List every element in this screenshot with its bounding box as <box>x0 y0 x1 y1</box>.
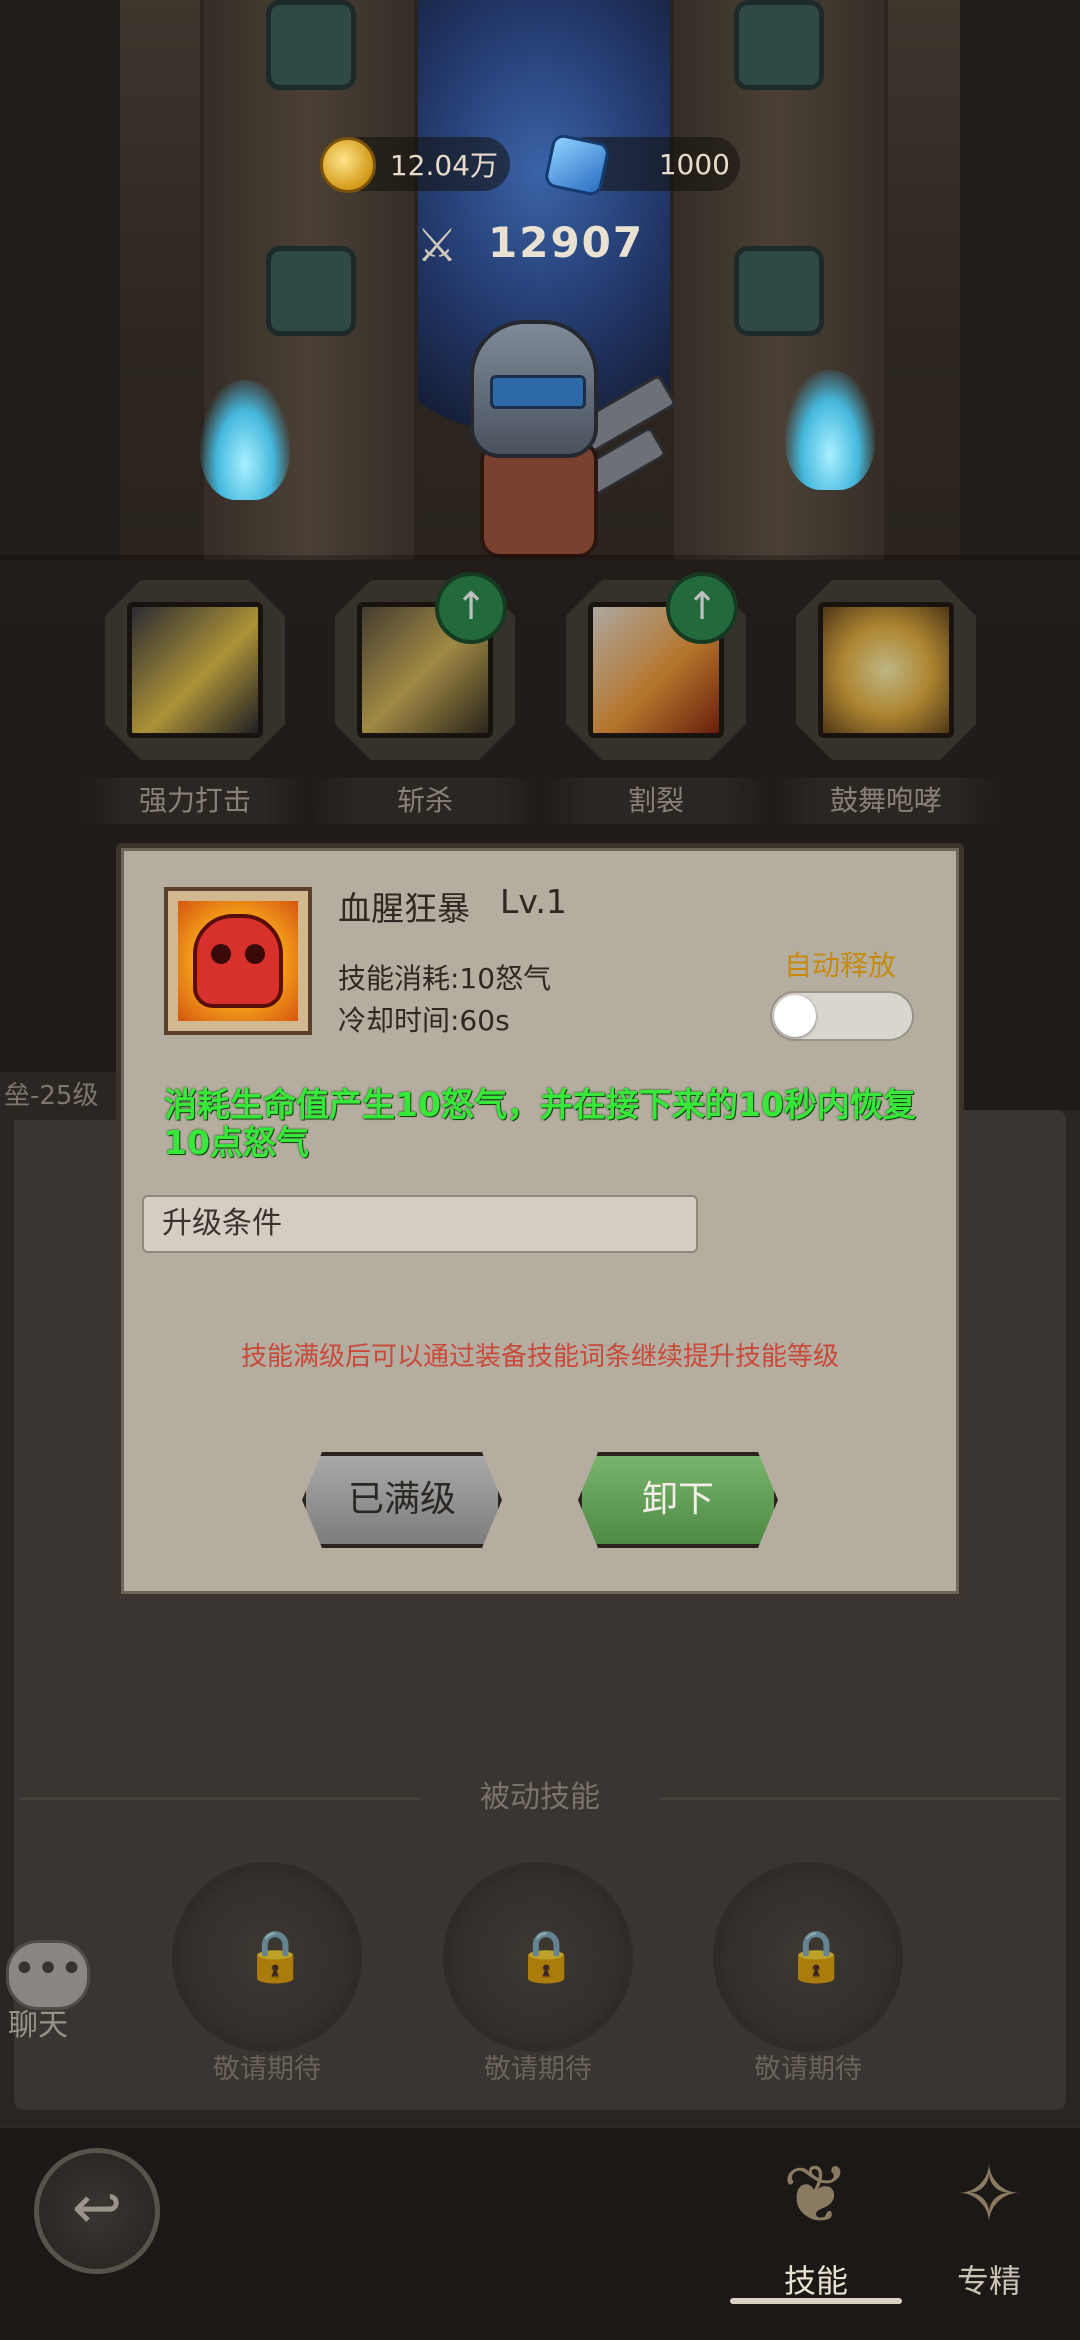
skill-cooldown: 冷却时间:60s <box>338 1004 510 1037</box>
skill-level: Lv.1 <box>500 882 567 921</box>
tab-skills[interactable]: ❦ 技能 <box>746 2140 886 2310</box>
upgrade-condition-header: 升级条件 <box>142 1195 698 1253</box>
hero-character <box>440 290 690 560</box>
flame-book-icon: ❦ <box>782 2148 850 2241</box>
max-level-hint: 技能满级后可以通过装备技能词条继续提升技能等级 <box>240 1342 839 1372</box>
unequip-button[interactable]: 卸下 <box>578 1452 778 1548</box>
tab-skills-label: 技能 <box>783 2262 848 2300</box>
active-tab-indicator <box>730 2298 902 2304</box>
toggle-knob <box>774 995 816 1037</box>
gold-coin-icon <box>320 137 376 193</box>
back-arrow-icon[interactable]: ↩ <box>34 2148 160 2274</box>
skill-description: 消耗生命值产生10怒气，并在接下来的10秒内恢复10点怒气 <box>164 1085 916 1162</box>
combat-power: 12907 <box>488 218 645 267</box>
mastery-crest-icon: ✧ <box>955 2148 1023 2241</box>
auto-release-label: 自动释放 <box>784 949 897 982</box>
blue-gem-icon <box>543 132 611 198</box>
rune-glyph-icon <box>734 0 824 90</box>
skill-title: 血腥狂暴 <box>338 889 470 928</box>
rune-glyph-icon <box>734 246 824 336</box>
skill-portrait <box>164 887 312 1035</box>
rune-glyph-icon <box>266 0 356 90</box>
gold-amount: 12.04万 <box>389 149 498 182</box>
skull-icon <box>193 914 283 1008</box>
tab-mastery[interactable]: ✧ 专精 <box>919 2140 1059 2310</box>
skill-cost: 技能消耗:10怒气 <box>338 962 552 995</box>
bottom-nav <box>0 2125 1080 2340</box>
auto-release-toggle[interactable] <box>770 991 914 1041</box>
max-level-button[interactable]: 已满级 <box>302 1452 502 1548</box>
left-wall <box>0 0 120 560</box>
gem-amount: 1000 <box>658 147 730 181</box>
blue-flame-icon <box>785 370 875 490</box>
tab-mastery-label: 专精 <box>956 2262 1021 2300</box>
rune-glyph-icon <box>266 246 356 336</box>
blue-flame-icon <box>200 380 290 500</box>
crossed-swords-icon: ⚔ <box>416 218 458 272</box>
right-wall <box>960 0 1080 560</box>
battle-scene: 12.04万 1000 ⚔ 12907 <box>0 0 1080 560</box>
